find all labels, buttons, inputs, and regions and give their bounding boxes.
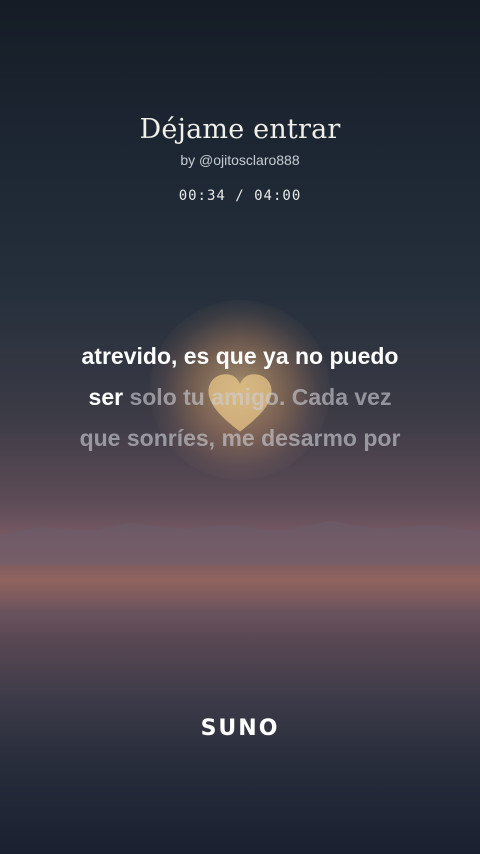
lyric-line-3: que sonríes, me desarmo por xyxy=(79,425,401,451)
lyric-line-2: ser solo tu amigo. Cada vez xyxy=(0,377,480,418)
lyric-line-2-unsung: solo tu amigo. Cada vez xyxy=(123,384,392,410)
song-header: Déjame entrar by @ojitosclaro888 00:34 /… xyxy=(0,112,480,205)
mountain-silhouette xyxy=(0,521,480,565)
artist-handle[interactable]: by @ojitosclaro888 xyxy=(0,151,480,169)
lyric-line-1: atrevido, es que ya no puedo xyxy=(81,343,399,369)
playback-time: 00:34 / 04:00 xyxy=(178,188,302,204)
lyrics-panel: atrevido, es que ya no puedo ser solo tu… xyxy=(0,336,480,459)
suno-logo: SUNO xyxy=(200,716,280,741)
lyric-line-2-sung: ser xyxy=(88,384,124,410)
song-player-screen: Déjame entrar by @ojitosclaro888 00:34 /… xyxy=(0,0,480,854)
song-title: Déjame entrar xyxy=(139,114,341,145)
